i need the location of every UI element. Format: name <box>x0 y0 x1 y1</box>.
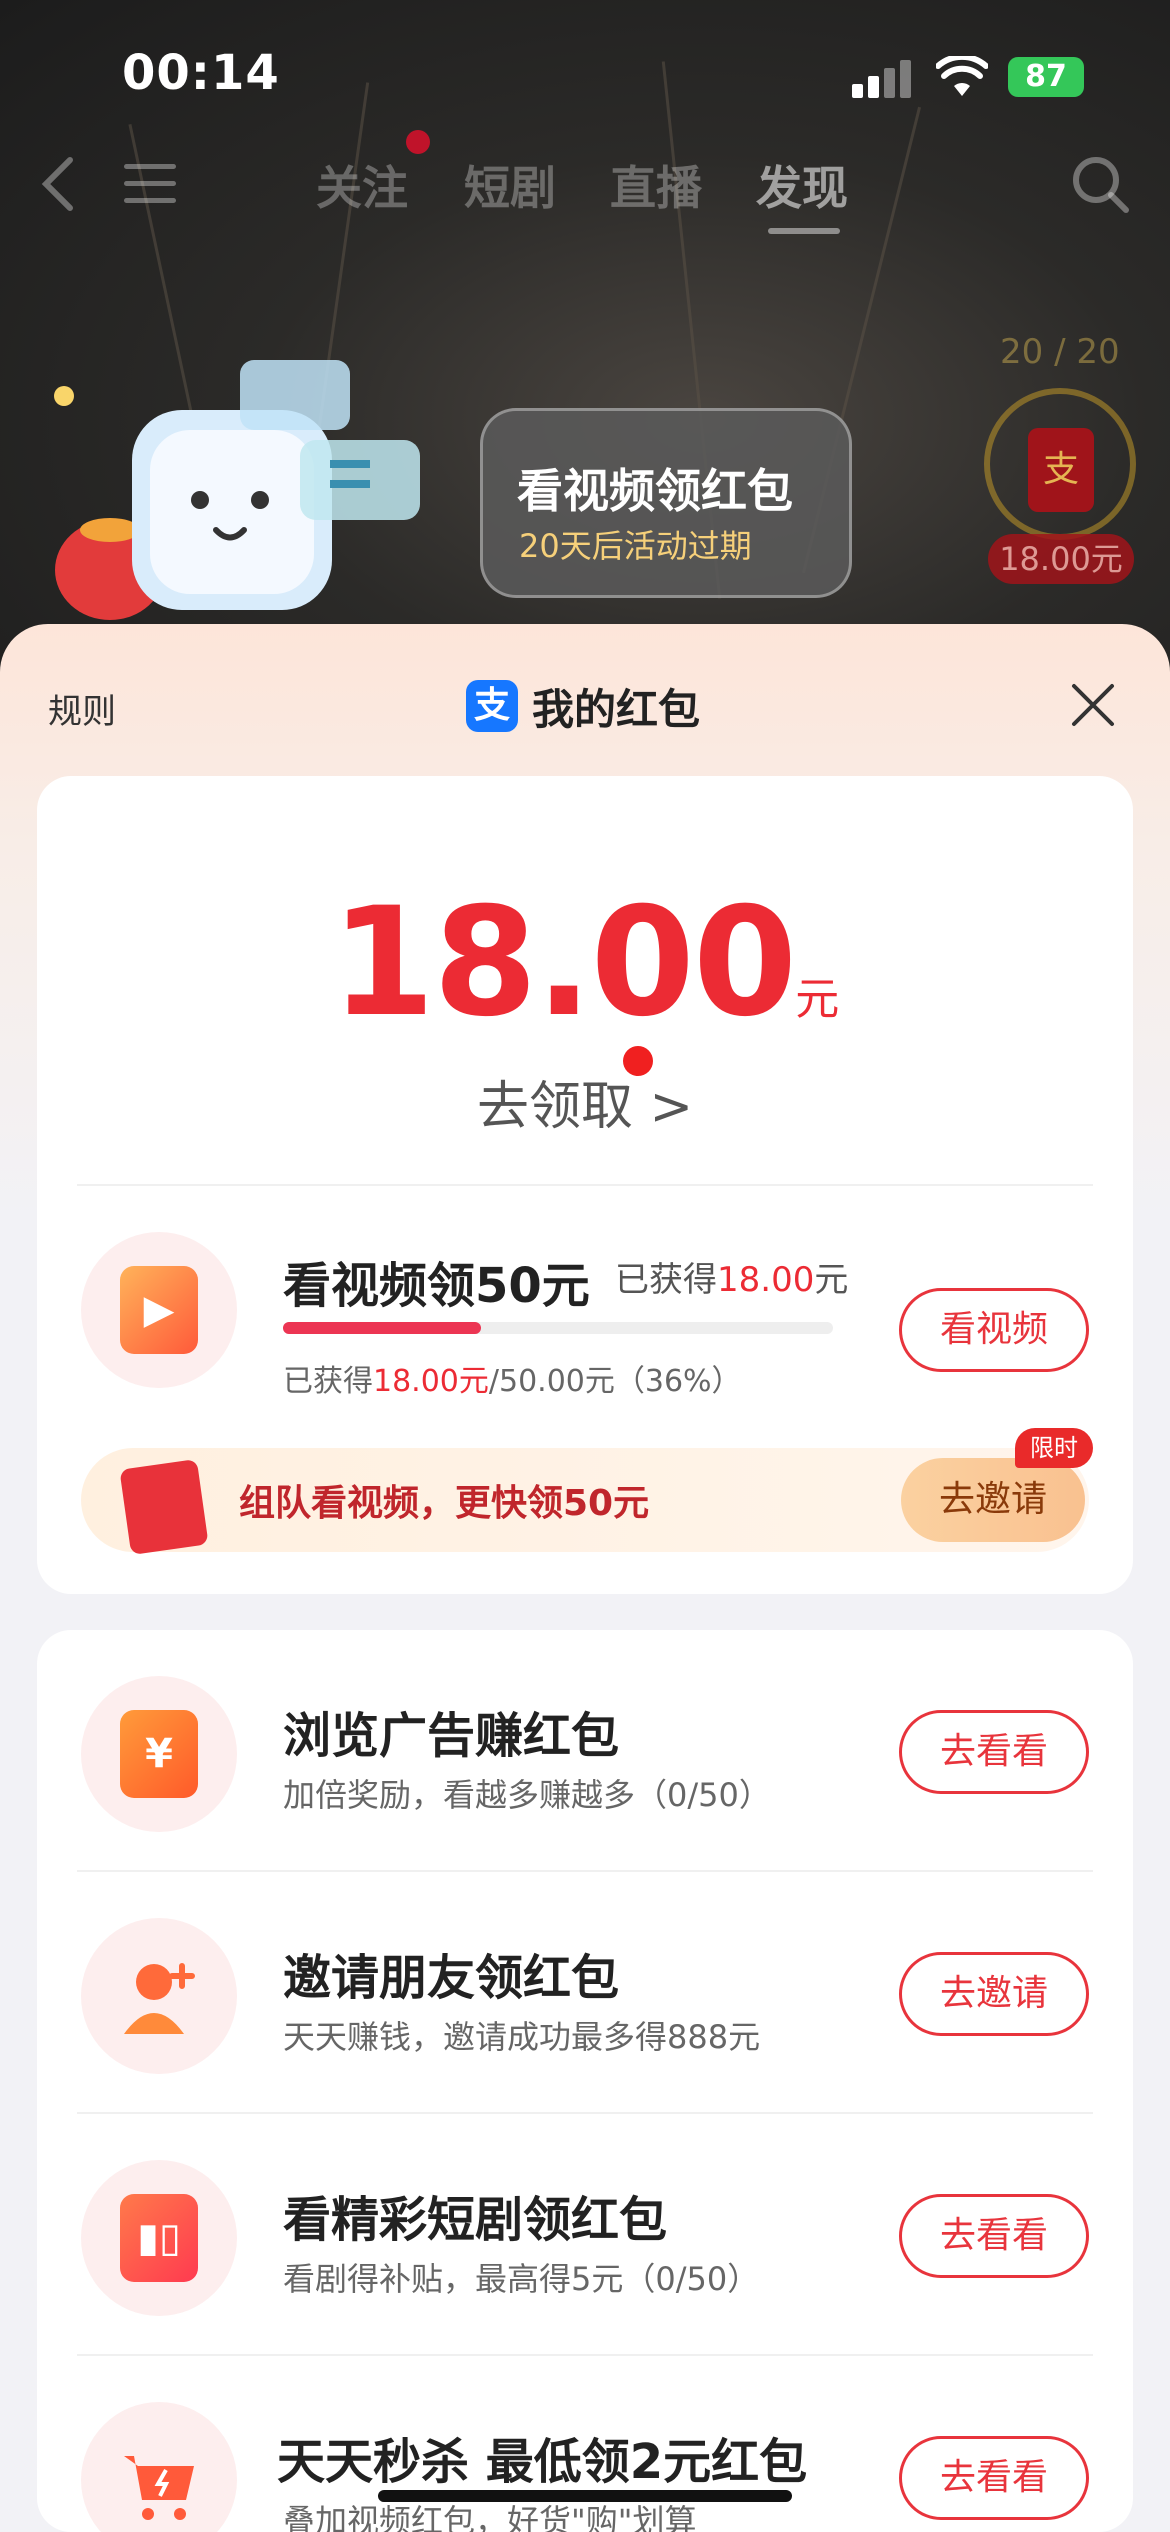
tab-discover[interactable]: 发现 <box>756 152 848 218</box>
video-task-progress-text: 已获得18.00元/50.00元（36%） <box>283 1356 742 1400</box>
progress-rest: /50.00元（36%） <box>488 1364 742 1399</box>
claim-notification-dot <box>623 1046 653 1076</box>
list-item: ¥ 浏览广告赚红包 加倍奖励，看越多赚越多（0/50） 去看看 <box>37 1630 1133 1872</box>
limited-time-badge: 限时 <box>1015 1428 1093 1468</box>
active-tab-indicator <box>768 228 840 234</box>
redbag-counter: 20 / 20 <box>1000 332 1120 372</box>
redbag-amount: 18.00元 <box>988 534 1134 584</box>
play-video-icon: ▶ <box>120 1266 198 1354</box>
wifi-icon <box>936 56 988 96</box>
balance-amount: 18.00元 <box>37 876 1133 1050</box>
home-indicator[interactable] <box>378 2490 792 2502</box>
balance-value: 18.00 <box>330 876 797 1050</box>
balance-card: 18.00元 去领取 > ▶ 看视频领50元 已获得18.00元 已获得18.0… <box>37 776 1133 1594</box>
task-icon-bg: ▮▯ <box>81 2160 237 2316</box>
divider <box>77 1184 1093 1186</box>
earned-prefix: 已获得 <box>615 1260 717 1300</box>
balance-unit: 元 <box>795 974 840 1025</box>
watch-drama-button[interactable]: 去看看 <box>899 2194 1089 2278</box>
search-icon[interactable] <box>1070 154 1130 214</box>
cellular-signal-icon <box>852 60 914 98</box>
earned-value: 18.00 <box>717 1260 815 1300</box>
task-title: 浏览广告赚红包 <box>283 1708 620 1764</box>
close-icon[interactable] <box>1068 680 1118 730</box>
progress-value: 18.00元 <box>373 1364 489 1399</box>
claim-link[interactable]: 去领取 > <box>37 1064 1133 1139</box>
mascot-illustration <box>54 360 420 620</box>
rules-link[interactable]: 规则 <box>48 684 116 733</box>
promo-bubble[interactable]: 看视频领红包 20天后活动过期 <box>480 408 852 598</box>
yen-ad-icon: ¥ <box>120 1710 198 1798</box>
top-nav: 关注 短剧 直播 发现 <box>0 140 1170 234</box>
sheet-title: 支 我的红包 <box>466 678 700 734</box>
notification-dot <box>406 130 430 154</box>
red-envelope-icon <box>119 1458 209 1556</box>
shopping-cart-icon <box>124 2456 194 2520</box>
battery-indicator: 87 <box>1008 57 1084 97</box>
tab-follow[interactable]: 关注 <box>316 152 408 218</box>
browse-ads-button[interactable]: 去看看 <box>899 1710 1089 1794</box>
status-time: 00:14 <box>122 45 280 101</box>
progress-fill <box>283 1322 481 1334</box>
watch-video-button[interactable]: 看视频 <box>899 1288 1089 1372</box>
promo-subtitle: 20天后活动过期 <box>519 527 752 565</box>
team-invite-text: 组队看视频，更快领50元 <box>239 1483 650 1524</box>
task-title: 天天秒杀 最低领2元红包 <box>277 2434 808 2490</box>
task-subtitle: 加倍奖励，看越多赚越多（0/50） <box>283 1776 771 1814</box>
menu-icon[interactable] <box>124 164 176 204</box>
invite-friends-button[interactable]: 去邀请 <box>899 1952 1089 2036</box>
video-task-earned: 已获得18.00元 <box>615 1252 848 1301</box>
promo-title: 看视频领红包 <box>517 464 793 518</box>
task-icon-bg: ¥ <box>81 1676 237 1832</box>
task-title: 看精彩短剧领红包 <box>283 2192 668 2248</box>
video-task-progress-bar <box>283 1322 833 1334</box>
sheet-title-text: 我的红包 <box>532 684 701 734</box>
tv-drama-icon: ▮▯ <box>120 2194 198 2282</box>
video-task-icon-bg: ▶ <box>81 1232 237 1388</box>
video-task-title: 看视频领50元 <box>283 1258 590 1314</box>
list-item: 天天秒杀 最低领2元红包 叠加视频红包，好货"购"划算 去看看 <box>37 2356 1133 2532</box>
earned-unit: 元 <box>814 1260 849 1300</box>
sheet-header: 规则 支 我的红包 <box>0 624 1170 784</box>
redbag-icon: 支 <box>1028 428 1094 512</box>
list-item: ▮▯ 看精彩短剧领红包 看剧得补贴，最高得5元（0/50） 去看看 <box>37 2114 1133 2356</box>
task-icon-bg <box>81 2402 237 2532</box>
task-title: 邀请朋友领红包 <box>283 1950 620 2006</box>
team-invite-button[interactable]: 去邀请 <box>901 1458 1085 1542</box>
task-subtitle: 天天赚钱，邀请成功最多得888元 <box>283 2018 761 2056</box>
add-friend-icon <box>124 1963 195 2034</box>
task-list-card: ¥ 浏览广告赚红包 加倍奖励，看越多赚越多（0/50） 去看看 邀请朋友领红包 … <box>37 1630 1133 2532</box>
tab-live[interactable]: 直播 <box>610 152 702 218</box>
progress-prefix: 已获得 <box>283 1364 373 1399</box>
task-icon-bg <box>81 1918 237 2074</box>
redpacket-sheet: 规则 支 我的红包 18.00元 去领取 > ▶ 看视频领50元 已获得18.0… <box>0 624 1170 2532</box>
task-subtitle: 看剧得补贴，最高得5元（0/50） <box>283 2260 760 2298</box>
alipay-logo-icon: 支 <box>466 680 518 732</box>
status-bar: 00:14 87 <box>0 0 1170 150</box>
back-arrow-icon[interactable] <box>34 154 84 214</box>
flash-sale-button[interactable]: 去看看 <box>899 2436 1089 2520</box>
list-item: 邀请朋友领红包 天天赚钱，邀请成功最多得888元 去邀请 <box>37 1872 1133 2114</box>
team-invite-bar[interactable]: 组队看视频，更快领50元 去邀请 <box>81 1448 1089 1556</box>
tab-drama[interactable]: 短剧 <box>464 152 556 218</box>
